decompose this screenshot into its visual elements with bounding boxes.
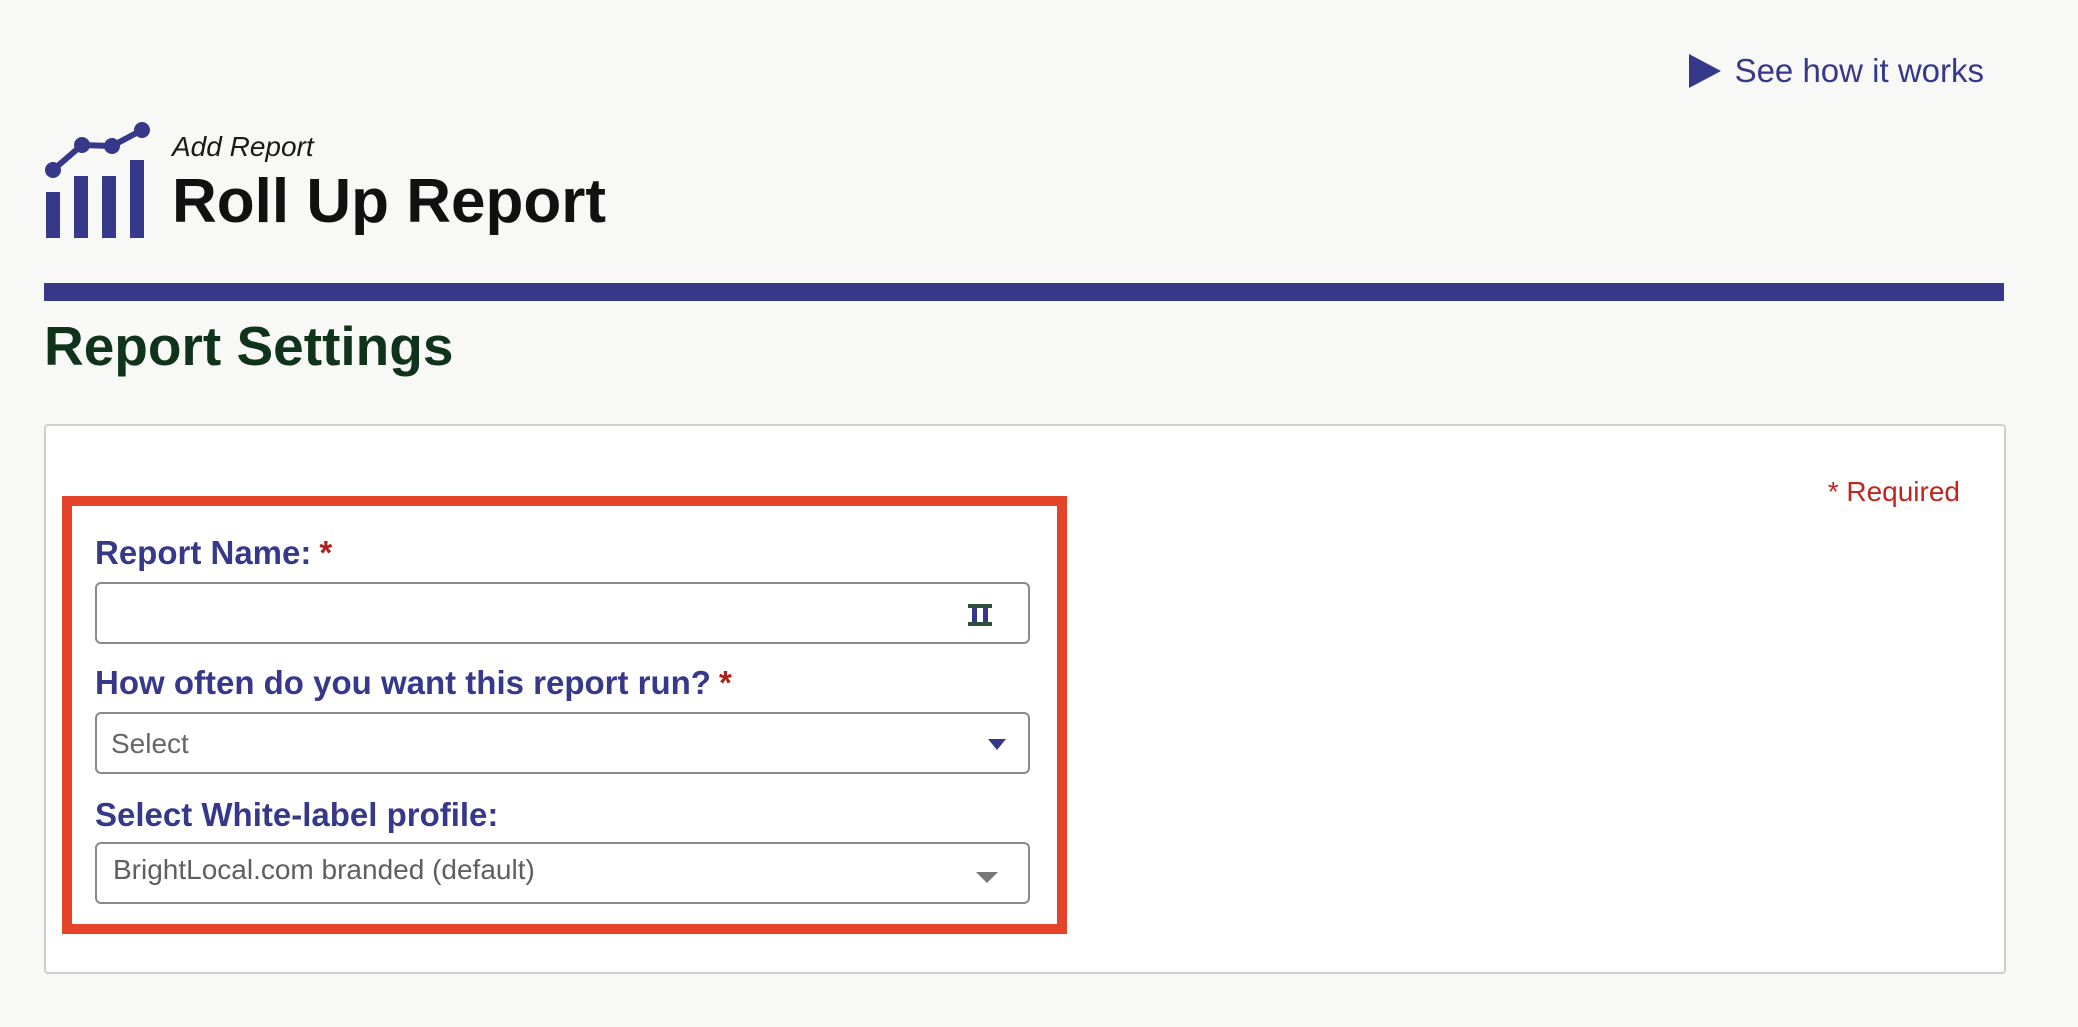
report-name-label: Report Name: * bbox=[95, 534, 332, 572]
required-star: * bbox=[718, 664, 732, 701]
highlight-box: Report Name: * How often do you want this… bbox=[62, 496, 1067, 934]
report-header: Add Report Roll Up Report bbox=[44, 120, 606, 238]
bar-chart-logo-icon bbox=[45, 122, 150, 238]
settings-panel: * Required Report Name: * How often do yo… bbox=[44, 424, 2006, 974]
page-title: Roll Up Report bbox=[172, 167, 606, 236]
white-label-profile-select[interactable]: BrightLocal.com branded (default) bbox=[95, 842, 1030, 904]
section-title: Report Settings bbox=[44, 315, 454, 377]
chevron-down-icon bbox=[976, 872, 998, 883]
white-label-profile-label: Select White-label profile: bbox=[95, 796, 498, 834]
page: See how it works Add Report Roll Up Repo… bbox=[0, 0, 2078, 1027]
frequency-label-text: How often do you want this report run? bbox=[95, 664, 711, 701]
password-manager-icon[interactable] bbox=[968, 604, 992, 626]
frequency-label: How often do you want this report run? * bbox=[95, 664, 732, 702]
frequency-select[interactable]: Select bbox=[95, 712, 1030, 774]
report-name-label-text: Report Name: bbox=[95, 534, 312, 571]
required-note: * Required bbox=[1827, 476, 1960, 507]
frequency-selected-value: Select bbox=[111, 728, 189, 759]
see-how-it-works-link[interactable]: See how it works bbox=[1688, 52, 1984, 90]
header-divider bbox=[44, 283, 2004, 301]
page-subtitle: Add Report bbox=[172, 131, 314, 162]
play-icon bbox=[1688, 54, 1721, 88]
white-label-profile-label-text: Select White-label profile: bbox=[95, 796, 499, 833]
report-name-field[interactable] bbox=[95, 582, 1030, 644]
chevron-down-icon bbox=[988, 739, 1006, 750]
report-name-input[interactable] bbox=[97, 584, 975, 642]
header-titles: Add Report Roll Up Report bbox=[172, 130, 606, 238]
required-star: * bbox=[319, 534, 333, 571]
see-how-it-works-label: See how it works bbox=[1734, 52, 1984, 89]
white-label-selected-value: BrightLocal.com branded (default) bbox=[113, 854, 535, 885]
